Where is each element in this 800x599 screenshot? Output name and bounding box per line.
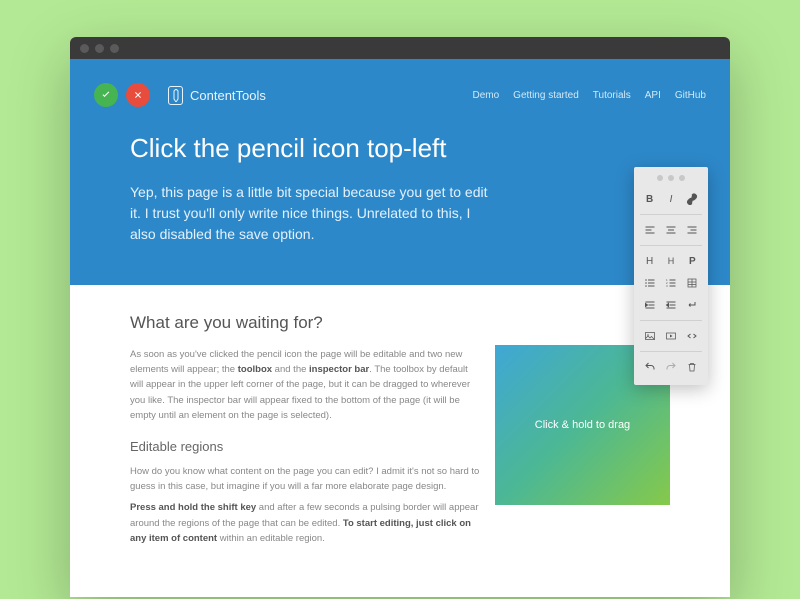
break-icon <box>686 299 698 311</box>
tool-redo[interactable] <box>661 357 680 377</box>
body-paragraph-1: As soon as you've clicked the pencil ico… <box>130 347 480 423</box>
tool-remove[interactable] <box>683 357 702 377</box>
hero-title: Click the pencil icon top-left <box>130 133 490 164</box>
body-heading: What are you waiting for? <box>130 313 480 333</box>
body-section[interactable]: What are you waiting for? As soon as you… <box>70 285 730 580</box>
body-paragraph-3: Press and hold the shift key and after a… <box>130 500 480 546</box>
nav-tutorials[interactable]: Tutorials <box>593 90 631 101</box>
hero-lead: Yep, this page is a little bit special b… <box>130 182 490 245</box>
cancel-button[interactable] <box>126 83 150 107</box>
tool-italic[interactable]: I <box>661 189 680 209</box>
align-left-icon <box>644 224 656 236</box>
tool-table[interactable] <box>683 273 702 293</box>
body-paragraph-2: How do you know what content on the page… <box>130 464 480 494</box>
pencil-icon <box>168 86 183 105</box>
nav-getting-started[interactable]: Getting started <box>513 90 579 101</box>
tool-image[interactable] <box>640 326 659 346</box>
tool-align-right[interactable] <box>683 220 702 240</box>
undo-icon <box>644 361 656 373</box>
tool-subheading[interactable]: H <box>661 251 680 271</box>
tool-link[interactable] <box>683 189 702 209</box>
body-column: What are you waiting for? As soon as you… <box>130 313 480 546</box>
image-icon <box>644 330 656 342</box>
video-icon <box>665 330 677 342</box>
main-nav: Demo Getting started Tutorials API GitHu… <box>472 90 706 101</box>
outdent-icon <box>665 299 677 311</box>
tool-heading[interactable]: H <box>640 251 659 271</box>
editor-actions <box>94 83 150 107</box>
trash-icon <box>686 361 698 373</box>
align-right-icon <box>686 224 698 236</box>
check-icon <box>100 89 112 101</box>
traffic-light-max[interactable] <box>110 44 119 53</box>
traffic-light-min[interactable] <box>95 44 104 53</box>
tool-outdent[interactable] <box>661 295 680 315</box>
redo-icon <box>665 361 677 373</box>
tool-ul[interactable] <box>640 273 659 293</box>
window-titlebar <box>70 37 730 59</box>
hero-content[interactable]: Click the pencil icon top-left Yep, this… <box>70 113 550 245</box>
tool-video[interactable] <box>661 326 680 346</box>
tool-linebreak[interactable] <box>683 295 702 315</box>
brand: ContentTools <box>168 86 266 105</box>
brand-name: ContentTools <box>190 88 266 103</box>
tool-code[interactable] <box>683 326 702 346</box>
table-icon <box>686 277 698 289</box>
confirm-button[interactable] <box>94 83 118 107</box>
browser-window: ContentTools Demo Getting started Tutori… <box>70 37 730 597</box>
toolbox-grip[interactable] <box>640 175 702 181</box>
tool-undo[interactable] <box>640 357 659 377</box>
tool-indent[interactable] <box>640 295 659 315</box>
hero-section: ContentTools Demo Getting started Tutori… <box>70 59 730 285</box>
nav-github[interactable]: GitHub <box>675 90 706 101</box>
link-icon <box>686 193 698 205</box>
svg-text:3: 3 <box>666 284 668 288</box>
top-bar: ContentTools Demo Getting started Tutori… <box>70 77 730 113</box>
code-icon <box>686 330 698 342</box>
tool-paragraph[interactable]: P <box>683 251 702 271</box>
list-ul-icon <box>644 277 656 289</box>
indent-icon <box>644 299 656 311</box>
tool-bold[interactable]: B <box>640 189 659 209</box>
drag-label: Click & hold to drag <box>535 419 630 431</box>
editor-toolbox[interactable]: B I H H P 123 <box>634 167 708 385</box>
body-subheading: Editable regions <box>130 439 480 454</box>
traffic-light-close[interactable] <box>80 44 89 53</box>
tool-align-center[interactable] <box>661 220 680 240</box>
close-icon <box>132 89 144 101</box>
nav-api[interactable]: API <box>645 90 661 101</box>
tool-ol[interactable]: 123 <box>661 273 680 293</box>
list-ol-icon: 123 <box>665 277 677 289</box>
tool-align-left[interactable] <box>640 220 659 240</box>
nav-demo[interactable]: Demo <box>472 90 499 101</box>
align-center-icon <box>665 224 677 236</box>
